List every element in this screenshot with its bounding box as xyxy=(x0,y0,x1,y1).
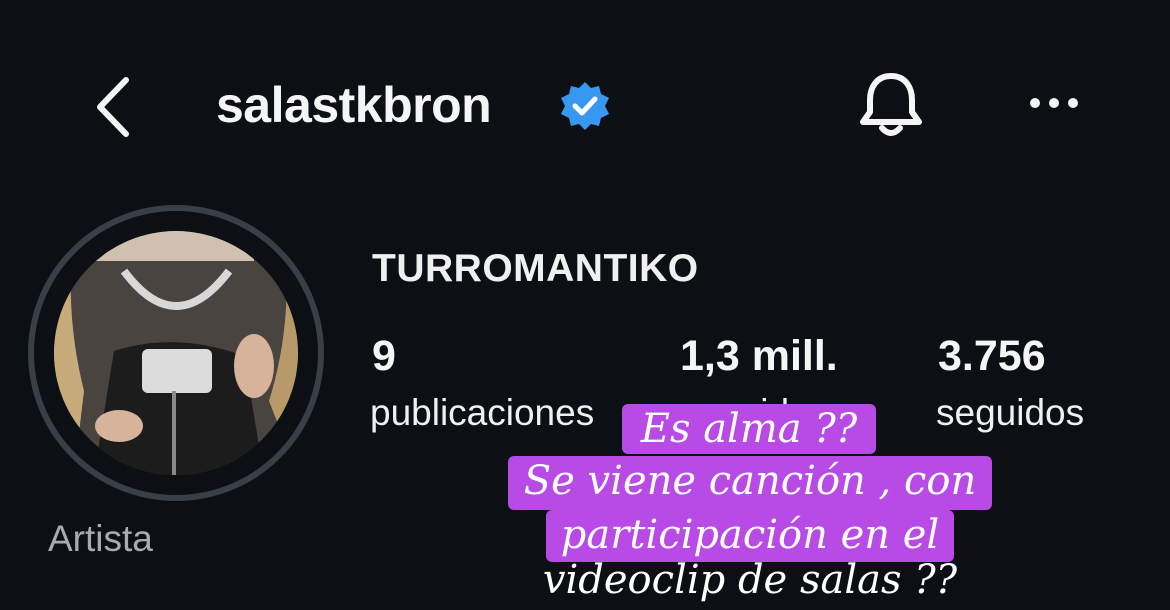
avatar xyxy=(54,231,298,475)
more-horizontal-icon xyxy=(1030,98,1078,108)
following-label[interactable]: seguidos xyxy=(936,392,1084,434)
following-count[interactable]: 3.756 xyxy=(938,332,1046,381)
back-button[interactable] xyxy=(88,70,148,140)
profile-header: salastkbron xyxy=(0,0,1170,210)
caption-line: videoclip de salas ?? xyxy=(542,557,958,603)
avatar-photo xyxy=(54,231,298,475)
caption-line: Es alma ?? xyxy=(640,406,858,452)
profile-username: salastkbron xyxy=(216,77,492,133)
posts-label[interactable]: publicaciones xyxy=(370,392,594,434)
posts-count[interactable]: 9 xyxy=(372,332,396,381)
caption-line: Se viene canción , con xyxy=(523,458,977,504)
followers-count[interactable]: 1,3 mill. xyxy=(680,332,838,381)
more-options-button[interactable] xyxy=(1026,88,1082,118)
verified-badge-icon xyxy=(561,82,609,130)
notifications-button[interactable] xyxy=(856,68,926,140)
profile-display-name: TURROMANTIKO xyxy=(372,247,699,290)
profile-category: Artista xyxy=(48,518,153,559)
bell-icon xyxy=(860,73,922,136)
caption-line: participación en el xyxy=(560,512,940,558)
avatar-ring[interactable] xyxy=(28,205,324,501)
chevron-left-icon xyxy=(97,77,129,137)
